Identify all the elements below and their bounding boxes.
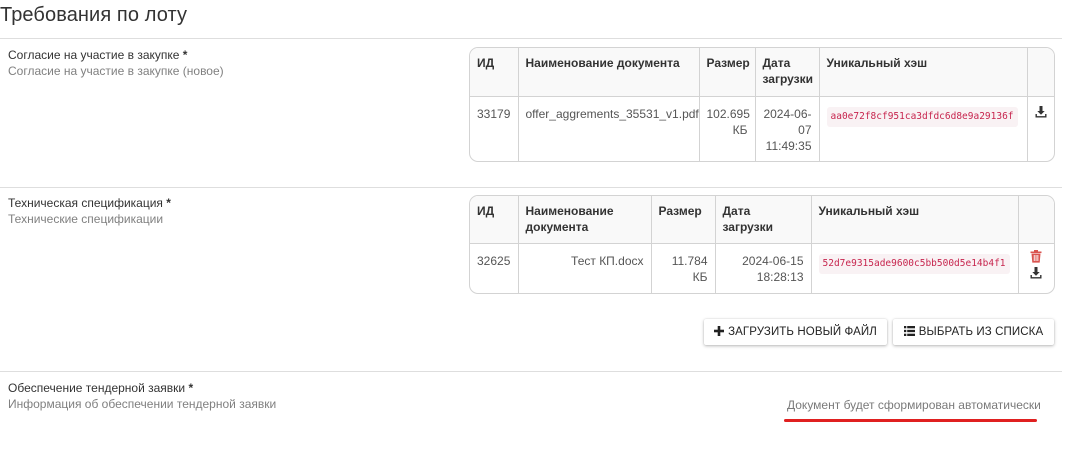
cell-file-name[interactable]: offer_aggrements_35531_v1.pdf bbox=[518, 96, 700, 161]
select-button-label: ВЫБРАТЬ ИЗ СПИСКА bbox=[918, 326, 1044, 338]
auto-generated-note: Документ будет сформирован автоматически bbox=[787, 398, 1041, 412]
section-title: Согласие на участие в закупке bbox=[8, 48, 180, 62]
page-title: Требования по лоту bbox=[0, 4, 188, 26]
cell-file-name[interactable]: Тест КП.docx bbox=[518, 243, 652, 293]
col-header-actions bbox=[1018, 196, 1054, 244]
cell-size: 102.695 КБ bbox=[699, 96, 756, 161]
cell-date: 2024-06-15 18:28:13 bbox=[715, 243, 812, 293]
col-header-id: ИД bbox=[470, 48, 519, 97]
cell-date: 2024-06-07 11:49:35 bbox=[755, 96, 820, 161]
table-row: 32625 Тест КП.docx 11.784 КБ 2024-06-15 … bbox=[470, 243, 1054, 293]
col-header-name: Наименование документа bbox=[518, 48, 700, 97]
section-label-consent: Согласие на участие в закупке * Согласие… bbox=[8, 47, 428, 79]
col-header-id: ИД bbox=[470, 196, 519, 244]
section-subtitle: Согласие на участие в закупке (новое) bbox=[8, 64, 224, 78]
section-title: Техническая спецификация bbox=[8, 196, 163, 210]
col-header-hash: Уникальный хэш bbox=[819, 48, 1028, 97]
divider bbox=[0, 38, 1062, 39]
divider bbox=[0, 371, 1062, 372]
section-subtitle: Информация об обеспечении тендерной заяв… bbox=[8, 397, 277, 411]
section-label-bid-security: Обеспечение тендерной заявки * Информаци… bbox=[8, 380, 428, 412]
cell-hash: 52d7e9315ade9600c5bb500d5e14b4f1 bbox=[818, 253, 1010, 274]
cell-size: 11.784 КБ bbox=[651, 243, 716, 293]
section-label-tech-spec: Техническая спецификация * Технические с… bbox=[8, 195, 428, 227]
cell-id: 32625 bbox=[470, 243, 519, 293]
col-header-date: Дата загрузки bbox=[755, 48, 820, 97]
cell-id: 33179 bbox=[470, 96, 519, 161]
download-icon[interactable] bbox=[1032, 105, 1051, 118]
upload-new-file-button[interactable]: ЗАГРУЗИТЬ НОВЫЙ ФАЙЛ bbox=[704, 319, 887, 345]
table-row: 33179 offer_aggrements_35531_v1.pdf 102.… bbox=[470, 96, 1054, 161]
required-mark: * bbox=[188, 381, 194, 395]
download-icon[interactable] bbox=[1023, 266, 1051, 279]
required-mark: * bbox=[182, 48, 188, 62]
col-header-actions bbox=[1027, 48, 1054, 97]
required-mark: * bbox=[166, 196, 171, 210]
col-header-hash: Уникальный хэш bbox=[811, 196, 1019, 244]
col-header-size: Размер bbox=[699, 48, 756, 97]
divider bbox=[0, 187, 1062, 188]
upload-button-label: ЗАГРУЗИТЬ НОВЫЙ ФАЙЛ bbox=[728, 326, 877, 338]
documents-table-consent: ИД Наименование документа Размер Дата за… bbox=[469, 47, 1055, 162]
list-icon bbox=[903, 325, 915, 339]
highlight-underline bbox=[784, 419, 1037, 422]
section-title: Обеспечение тендерной заявки bbox=[8, 381, 186, 395]
plus-icon bbox=[714, 325, 725, 339]
select-from-list-button[interactable]: ВЫБРАТЬ ИЗ СПИСКА bbox=[893, 319, 1054, 345]
col-header-date: Дата загрузки bbox=[715, 196, 812, 244]
documents-table-tech-spec: ИД Наименование документа Размер Дата за… bbox=[469, 195, 1055, 294]
col-header-size: Размер bbox=[651, 196, 716, 244]
cell-hash: aa0e72f8cf951ca3dfdc6d8e9a29136f bbox=[826, 106, 1018, 127]
col-header-name: Наименование документа bbox=[518, 196, 652, 244]
trash-icon[interactable] bbox=[1023, 249, 1051, 263]
section-subtitle: Технические спецификации bbox=[8, 212, 164, 226]
